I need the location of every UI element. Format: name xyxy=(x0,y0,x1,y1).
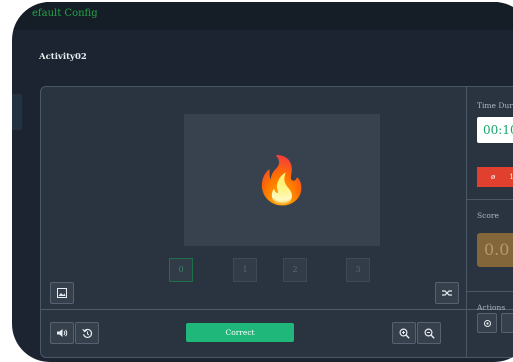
stop-icon: ø xyxy=(491,173,496,181)
window-title: efault Config xyxy=(32,8,98,19)
app-screen: efault Config Activity02 🔥 0 1 2 3 Corre… xyxy=(12,2,513,362)
section-divider xyxy=(467,291,513,292)
settings-button[interactable] xyxy=(477,313,497,333)
answer-slot[interactable]: 2 xyxy=(283,258,307,282)
zoom-out-icon xyxy=(423,327,435,339)
answer-slot[interactable]: 3 xyxy=(346,258,370,282)
score-value: 0.0 xyxy=(477,233,513,267)
volume-button[interactable] xyxy=(50,322,74,344)
volume-icon xyxy=(56,328,68,338)
answer-slot[interactable]: 1 xyxy=(233,258,257,282)
title-bar: efault Config xyxy=(12,2,513,30)
shuffle-icon xyxy=(441,288,453,298)
gear-icon xyxy=(483,319,492,328)
action-button[interactable] xyxy=(501,313,513,333)
time-action-label: 1 xyxy=(509,173,513,181)
activity-panel: 🔥 0 1 2 3 Correct Time Dur 00:1 ø 1 Scor… xyxy=(40,86,513,358)
answer-slot[interactable]: 0 xyxy=(169,258,193,282)
page-title: Activity02 xyxy=(39,52,87,62)
shuffle-button[interactable] xyxy=(435,282,459,304)
sidebar-nav-item[interactable] xyxy=(12,94,22,130)
time-duration-input[interactable]: 00:10 xyxy=(477,117,513,143)
fire-emoji: 🔥 xyxy=(253,153,311,207)
control-sidebar: Time Dura 00:10 ø1 Score 0.0 Actions xyxy=(467,87,513,357)
time-duration-label: Time Dura xyxy=(477,101,513,110)
zoom-out-button[interactable] xyxy=(417,322,441,344)
image-button[interactable] xyxy=(50,282,74,304)
image-icon xyxy=(57,288,67,298)
zoom-in-icon xyxy=(398,327,410,339)
time-action-button[interactable]: ø1 xyxy=(477,167,513,187)
score-label: Score xyxy=(477,211,499,220)
footer-divider xyxy=(41,309,513,310)
actions-label: Actions xyxy=(477,303,506,312)
zoom-in-button[interactable] xyxy=(392,322,416,344)
section-divider xyxy=(467,199,513,200)
reset-button[interactable] xyxy=(75,322,99,344)
correct-button[interactable]: Correct xyxy=(186,323,294,342)
device-frame: efault Config Activity02 🔥 0 1 2 3 Corre… xyxy=(0,0,513,362)
stimulus-canvas: 🔥 xyxy=(184,114,380,246)
reset-icon xyxy=(81,328,93,339)
